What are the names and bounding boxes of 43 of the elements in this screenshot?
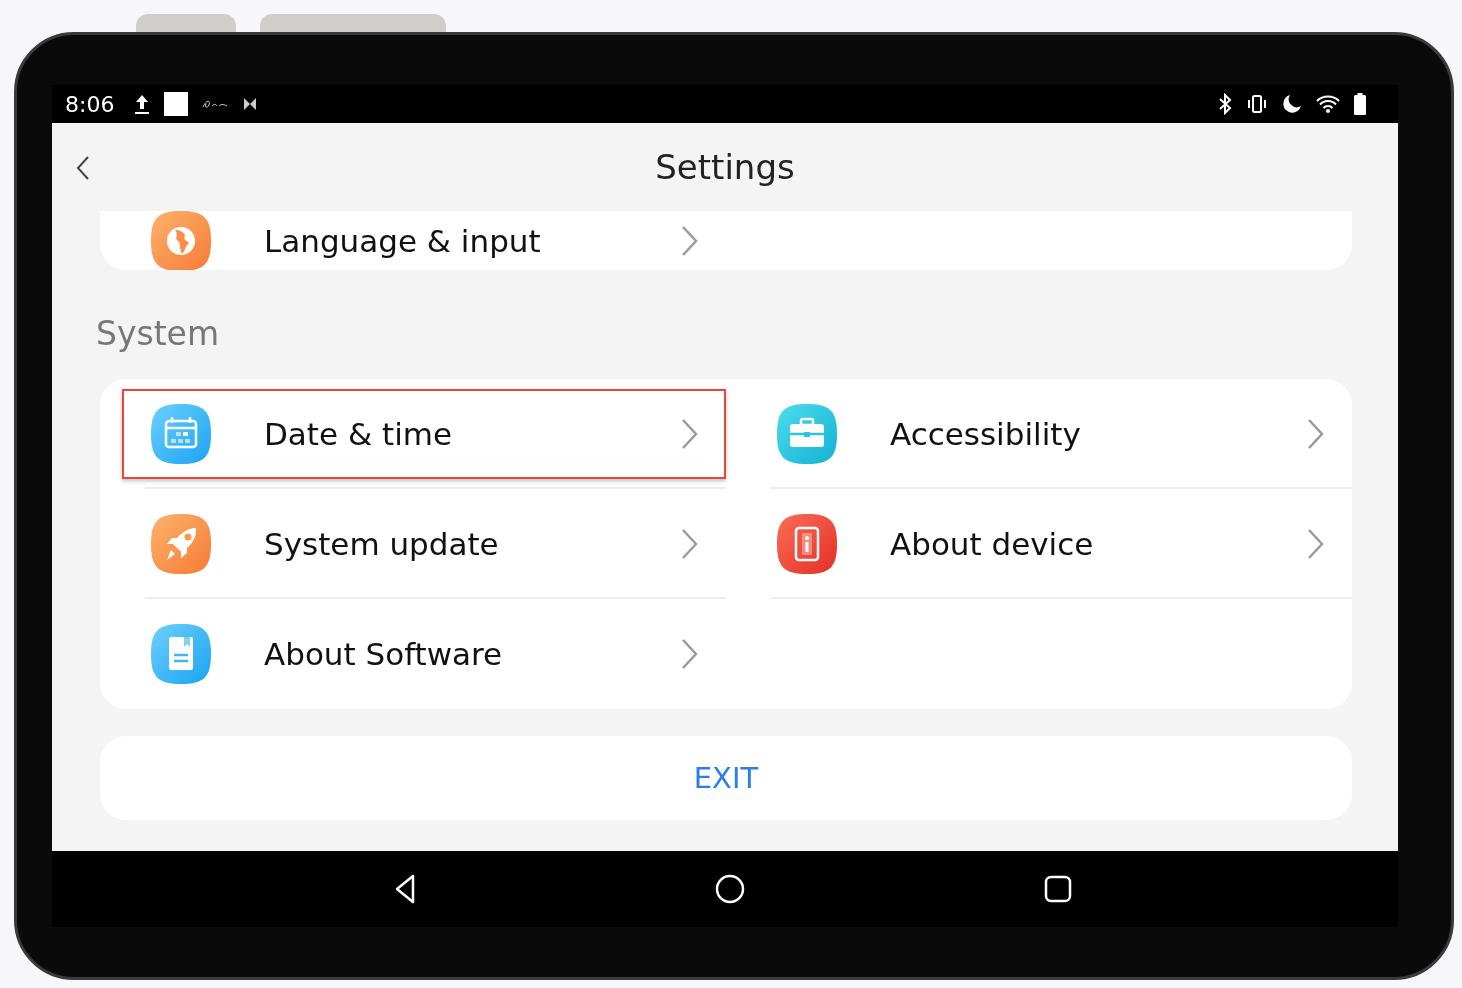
battery-icon: [1354, 93, 1366, 115]
moon-icon: [1282, 94, 1302, 114]
fan-icon: [242, 96, 259, 112]
bluetooth-icon: [1218, 93, 1232, 115]
settings-row[interactable]: About device: [726, 489, 1352, 599]
chevron-right-icon: [680, 528, 698, 560]
info-card-icon: [776, 513, 838, 575]
recents-button[interactable]: [1044, 875, 1072, 903]
status-time: 8:06: [65, 91, 115, 117]
chevron-right-icon: [1306, 418, 1324, 450]
chevron-right-icon: [680, 224, 698, 257]
section-title: System: [96, 314, 221, 353]
back-button[interactable]: [394, 874, 416, 904]
chevron-right-icon: [680, 638, 698, 670]
row-label: About device: [890, 526, 1095, 562]
square-icon: [164, 92, 189, 116]
settings-row[interactable]: System update: [100, 489, 726, 599]
row-label: Date & time: [264, 416, 453, 452]
exit-button[interactable]: EXIT: [100, 736, 1352, 820]
calendar-icon: [150, 403, 212, 465]
chevron-right-icon: [680, 418, 698, 450]
rocket-icon: [150, 513, 212, 575]
settings-row[interactable]: Language & input: [100, 211, 726, 270]
page-title: Settings: [655, 147, 795, 187]
settings-row[interactable]: Date & time: [100, 379, 726, 489]
signature-icon: [202, 99, 229, 109]
chevron-right-icon: [1306, 528, 1324, 560]
back-icon: [76, 155, 90, 181]
row-label: About Software: [264, 636, 504, 672]
row-label: Language & input: [264, 222, 542, 259]
row-label: Accessibility: [890, 416, 1082, 452]
document-icon: [150, 623, 212, 685]
home-icon: [715, 874, 745, 904]
settings-row[interactable]: About Software: [100, 599, 726, 709]
upload-icon: [134, 93, 151, 115]
vibrate-icon: [1246, 95, 1268, 113]
wifi-icon: [1316, 95, 1340, 113]
row-label: System update: [264, 526, 500, 562]
home-button[interactable]: [715, 874, 745, 904]
recents-icon: [1044, 875, 1072, 903]
back-icon: [394, 874, 416, 904]
settings-row[interactable]: Accessibility: [726, 379, 1352, 489]
toolbox-icon: [776, 403, 838, 465]
